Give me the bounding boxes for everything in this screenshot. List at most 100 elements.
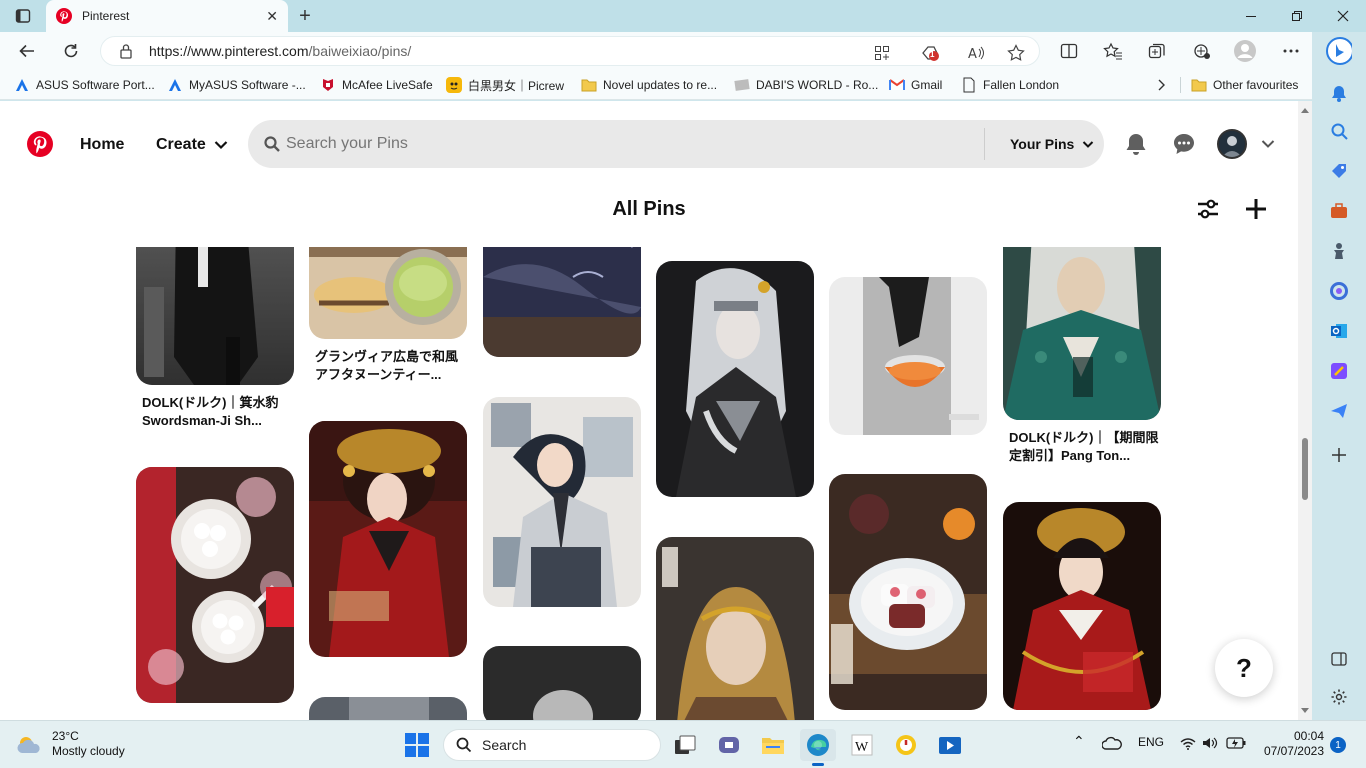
favourite-novel-updates[interactable]: Novel updates to re... xyxy=(581,76,717,94)
more-options-icon[interactable] xyxy=(1276,36,1306,66)
new-tab-button[interactable]: + xyxy=(292,4,318,28)
favourite-picrew[interactable]: 白黒男女｜Picrew xyxy=(446,76,564,94)
url-text[interactable]: https://www.pinterest.com/baiweixiao/pin… xyxy=(149,43,411,59)
task-view-icon[interactable] xyxy=(667,729,703,761)
bing-chat-icon[interactable] xyxy=(1326,37,1352,65)
pin-mooncake-plate[interactable] xyxy=(829,474,987,710)
pin-matcha-tea[interactable] xyxy=(309,247,467,339)
language-indicator[interactable]: ENG xyxy=(1138,735,1164,749)
taskbar: 23°C Mostly cloudy Search W ⌃ ENG 00:04 07… xyxy=(0,720,1366,768)
account-menu-chevron-icon[interactable] xyxy=(1255,131,1281,157)
search-input[interactable] xyxy=(286,132,966,156)
designer-icon[interactable] xyxy=(1326,358,1352,384)
system-clock[interactable]: 00:04 07/07/2023 xyxy=(1258,729,1324,759)
read-aloud-icon[interactable]: A xyxy=(965,44,987,62)
pin-silver-hair-doll[interactable] xyxy=(656,261,814,497)
tools-briefcase-icon[interactable] xyxy=(1326,198,1352,224)
favourite-dabis-world[interactable]: DABI'S WORLD - Ro... xyxy=(734,76,878,94)
edge-browser-icon[interactable] xyxy=(800,729,836,761)
page-scrollbar[interactable] xyxy=(1298,101,1312,720)
pin-partial-column3[interactable] xyxy=(483,646,641,720)
avatar[interactable] xyxy=(1217,129,1247,159)
minimize-button[interactable] xyxy=(1228,0,1274,32)
favourite-star-icon[interactable] xyxy=(1005,44,1027,62)
pin-anime-man-sketch[interactable] xyxy=(483,397,641,607)
volume-icon[interactable] xyxy=(1202,736,1218,750)
back-arrow-icon[interactable] xyxy=(12,36,42,66)
add-sidebar-app-icon[interactable] xyxy=(1326,442,1352,468)
send-icon[interactable] xyxy=(1326,398,1352,424)
lock-icon[interactable] xyxy=(119,43,133,59)
home-link[interactable]: Home xyxy=(80,136,124,154)
scrollbar-thumb[interactable] xyxy=(1302,438,1308,500)
outlook-icon[interactable] xyxy=(1326,318,1352,344)
hide-sidebar-icon[interactable] xyxy=(1326,646,1352,672)
shopping-tag-icon[interactable] xyxy=(1326,158,1352,184)
battery-icon[interactable] xyxy=(1226,737,1246,749)
favourites-overflow-chevron-icon[interactable] xyxy=(1157,76,1167,94)
app-available-icon[interactable] xyxy=(871,44,893,62)
pinterest-favicon-icon xyxy=(56,8,72,24)
pin-partial-column2[interactable] xyxy=(309,697,467,720)
wikipedia-icon[interactable]: W xyxy=(844,729,880,761)
games-chess-icon[interactable] xyxy=(1326,238,1352,264)
favourite-gmail[interactable]: Gmail xyxy=(889,76,942,94)
search-divider xyxy=(984,128,985,160)
scroll-down-arrow-icon[interactable] xyxy=(1301,708,1309,714)
pin-orange-drink[interactable] xyxy=(829,277,987,435)
weather-widget[interactable]: 23°C Mostly cloudy xyxy=(16,729,125,759)
your-pins-dropdown[interactable]: Your Pins xyxy=(1010,136,1094,152)
filter-sliders-icon[interactable] xyxy=(1195,196,1221,222)
file-explorer-icon[interactable] xyxy=(755,729,791,761)
messages-icon[interactable] xyxy=(1171,131,1197,157)
notifications-bell-icon[interactable] xyxy=(1326,80,1352,106)
pin-navy-embroidered-robe[interactable] xyxy=(483,247,641,357)
tab-pinterest[interactable]: Pinterest ✕ xyxy=(46,0,288,32)
notification-badge[interactable]: 1 xyxy=(1330,737,1346,753)
scroll-up-arrow-icon[interactable] xyxy=(1301,107,1309,113)
pin-caption[interactable]: DOLK(ドルク)｜【期間限定割引】Pang Ton... xyxy=(1009,429,1159,465)
pin-tangyuan-bowls[interactable] xyxy=(136,467,294,703)
address-bar[interactable]: https://www.pinterest.com/baiweixiao/pin… xyxy=(100,36,1040,66)
pin-hanfu-red-woman[interactable] xyxy=(309,421,467,657)
show-hidden-icons-chevron-icon[interactable]: ⌃ xyxy=(1073,733,1085,750)
pin-golden-prince-doll[interactable] xyxy=(656,537,814,720)
microsoft-365-icon[interactable] xyxy=(1326,278,1352,304)
media-player-icon[interactable] xyxy=(932,729,968,761)
search-icon[interactable] xyxy=(1326,118,1352,144)
norton-vpn-icon[interactable] xyxy=(888,729,924,761)
favourite-mcafee[interactable]: McAfee LiveSafe xyxy=(320,76,433,94)
tab-actions-icon[interactable] xyxy=(0,0,46,32)
favourite-label: Other favourites xyxy=(1213,78,1299,92)
pin-pang-tong-doll[interactable] xyxy=(1003,247,1161,420)
windows-start-icon[interactable] xyxy=(404,732,430,758)
performance-icon[interactable] xyxy=(1186,36,1216,66)
taskbar-search-box[interactable]: Search xyxy=(443,729,661,761)
onedrive-cloud-icon[interactable] xyxy=(1102,736,1122,750)
window-close-button[interactable] xyxy=(1320,0,1366,32)
tab-close-icon[interactable]: ✕ xyxy=(266,8,278,25)
refresh-icon[interactable] xyxy=(56,36,86,66)
split-screen-icon[interactable] xyxy=(1054,36,1084,66)
profile-icon[interactable] xyxy=(1230,36,1260,66)
pin-caption[interactable]: グランヴィア広島で和風アフタヌーンティー... xyxy=(315,348,465,384)
pinterest-logo-icon[interactable] xyxy=(27,131,53,157)
favourite-asus-portal[interactable]: ASUS Software Port... xyxy=(14,76,155,94)
wifi-icon[interactable] xyxy=(1180,737,1196,750)
pin-red-robe-woman-doll[interactable] xyxy=(1003,502,1161,710)
notifications-bell-icon[interactable] xyxy=(1123,131,1149,157)
tracking-prevention-icon[interactable]: 1 xyxy=(919,44,941,62)
add-pin-plus-icon[interactable] xyxy=(1243,196,1269,222)
teams-chat-icon[interactable] xyxy=(711,729,747,761)
favourites-icon[interactable] xyxy=(1098,36,1128,66)
favourite-fallen-london[interactable]: Fallen London xyxy=(961,76,1059,94)
create-menu-button[interactable]: Create xyxy=(156,136,228,154)
pin-swordsman-doll[interactable] xyxy=(136,247,294,385)
pin-caption[interactable]: DOLK(ドルク)｜箕水豹 Swordsman-Ji Sh... xyxy=(142,394,292,430)
restore-button[interactable] xyxy=(1274,0,1320,32)
favourite-other-favourites[interactable]: Other favourites xyxy=(1191,76,1298,94)
collections-icon[interactable] xyxy=(1142,36,1172,66)
sidebar-settings-gear-icon[interactable] xyxy=(1326,684,1352,710)
help-button[interactable]: ? xyxy=(1215,639,1273,697)
favourite-myasus[interactable]: MyASUS Software -... xyxy=(167,76,306,94)
